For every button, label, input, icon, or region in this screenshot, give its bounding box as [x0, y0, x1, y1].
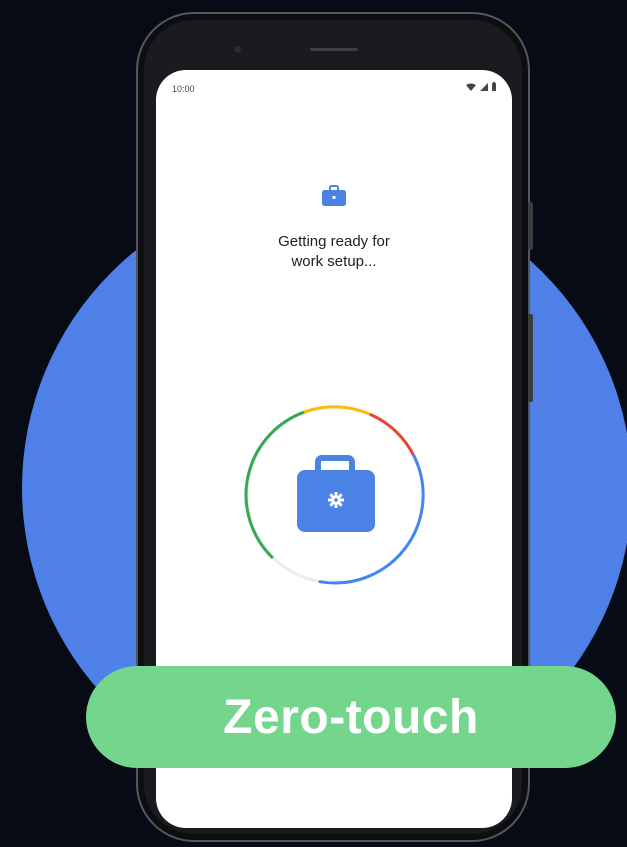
- badge-label: Zero-touch: [223, 690, 479, 744]
- signal-icon: [480, 82, 488, 91]
- status-message-line1: Getting ready for: [278, 233, 390, 250]
- status-time: 10:00: [172, 84, 195, 94]
- status-message: Getting ready for work setup...: [156, 232, 512, 272]
- status-message-line2: work setup...: [291, 253, 377, 270]
- front-camera: [234, 46, 241, 53]
- progress-ring: [244, 405, 425, 585]
- briefcase-icon: [322, 185, 346, 206]
- wifi-icon: [466, 83, 476, 91]
- power-button: [528, 202, 533, 250]
- status-icons: [466, 82, 496, 91]
- battery-icon: [492, 82, 496, 91]
- zero-touch-badge: Zero-touch: [86, 666, 616, 768]
- volume-button: [528, 314, 533, 402]
- large-briefcase-icon: [297, 455, 375, 532]
- gear-icon: [328, 492, 344, 508]
- earpiece: [310, 48, 358, 51]
